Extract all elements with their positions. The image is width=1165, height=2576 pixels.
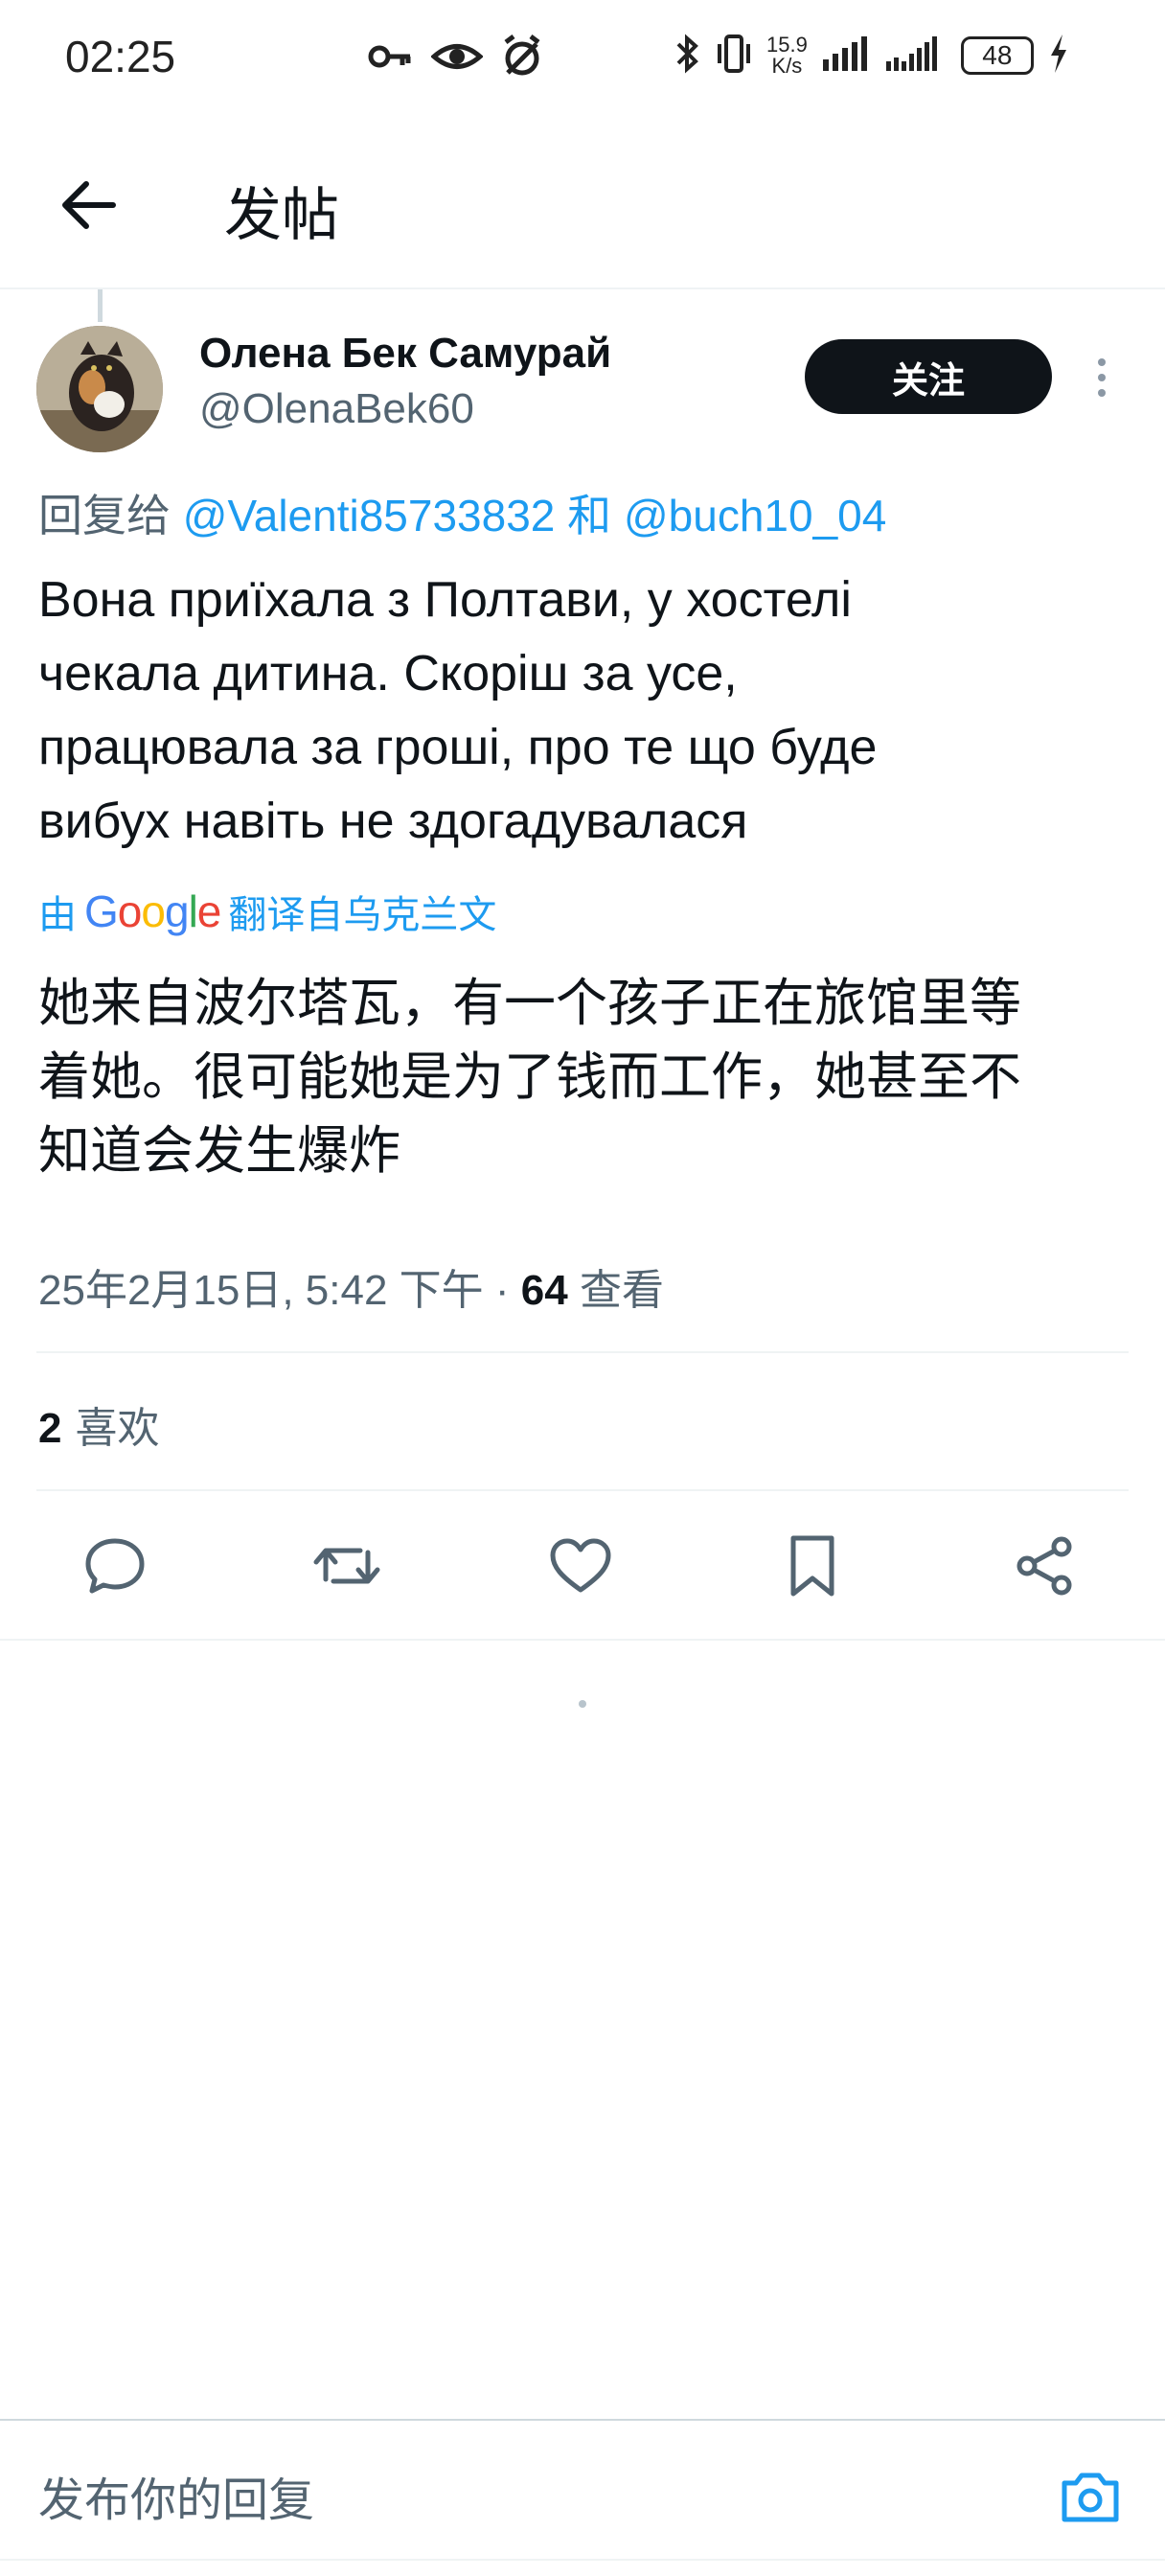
- post-metadata: 25年2月15日, 5:42 下午 · 64 查看: [38, 1255, 664, 1317]
- post-text: Вона приїхала з Полтави, у хостелі чекал…: [38, 564, 1121, 859]
- bookmark-icon: [788, 1534, 837, 1601]
- vibrate-icon: [715, 33, 753, 79]
- post-text-line: Вона приїхала з Полтави, у хостелі: [38, 572, 852, 628]
- views-label: 查看: [567, 1267, 664, 1314]
- author-name[interactable]: Олена Бек Самурай: [199, 330, 611, 378]
- retweet-icon: [312, 1535, 381, 1600]
- status-icons-left-group: [366, 34, 544, 82]
- status-icons-right-group: 15.9 K/s 48: [674, 33, 1070, 79]
- header-divider: [0, 288, 1165, 289]
- eye-icon: [430, 34, 484, 82]
- reply-input[interactable]: [38, 2467, 996, 2534]
- translated-by-prefix: 由: [38, 893, 77, 937]
- network-speed: 15.9 K/s: [766, 33, 808, 78]
- loading-indicator: [579, 1700, 586, 1708]
- bluetooth-icon: [674, 33, 701, 79]
- translated-text-line: 着她。很可能她是为了钱而工作，她甚至不: [38, 1046, 1021, 1107]
- reply-bar-divider: [0, 2419, 1165, 2421]
- translated-text-line: 她来自波尔塔瓦，有一个孩子正在旅馆里等: [38, 973, 1021, 1033]
- translated-text-line: 知道会发生爆炸: [38, 1120, 400, 1181]
- signal-icon: [884, 34, 948, 77]
- more-dot: [1098, 389, 1106, 397]
- post-text-line: вибух навіть не здогадувалася: [38, 794, 748, 849]
- more-options-button[interactable]: [1085, 349, 1119, 406]
- status-time: 02:25: [65, 32, 176, 81]
- retweet-button[interactable]: [308, 1530, 385, 1606]
- likes-label: 喜欢: [61, 1404, 160, 1453]
- reply-to-line: 回复给 @Valenti85733832 和 @buch10_04: [38, 481, 886, 544]
- share-button[interactable]: [1006, 1530, 1083, 1606]
- page-title: 发帖: [224, 182, 339, 249]
- divider: [36, 1489, 1129, 1491]
- signal-icon: [821, 34, 871, 77]
- divider: [36, 1351, 1129, 1353]
- reply-to-prefix: 回复给: [38, 491, 171, 540]
- camera-icon: [1059, 2470, 1122, 2529]
- translated-text: 她来自波尔塔瓦，有一个孩子正在旅馆里等 着她。很可能她是为了钱而工作，她甚至不 …: [38, 966, 1131, 1187]
- post-timestamp[interactable]: 25年2月15日, 5:42 下午 ·: [38, 1267, 521, 1314]
- post-text-line: працювала за гроші, про те що буде: [38, 720, 878, 775]
- heart-icon: [548, 1536, 613, 1599]
- cat-photo-icon: [36, 326, 163, 452]
- views-count[interactable]: 64: [521, 1267, 568, 1314]
- arrow-left-icon: [59, 180, 117, 234]
- reply-icon: [82, 1535, 148, 1600]
- avatar[interactable]: [36, 326, 163, 452]
- thread-connector-line: [98, 289, 103, 322]
- reply-button[interactable]: [77, 1530, 153, 1606]
- likes-summary[interactable]: 2 喜欢: [38, 1393, 159, 1455]
- like-button[interactable]: [542, 1530, 619, 1606]
- reply-and-text: 和: [567, 491, 612, 540]
- reply-mention-link[interactable]: @buch10_04: [624, 491, 886, 540]
- camera-button[interactable]: [1058, 2467, 1123, 2532]
- share-icon: [1014, 1535, 1075, 1600]
- back-button[interactable]: [52, 171, 125, 243]
- more-dot: [1098, 374, 1106, 381]
- key-icon: [366, 34, 414, 82]
- bookmark-button[interactable]: [774, 1530, 851, 1606]
- likes-count: 2: [38, 1405, 62, 1452]
- post-text-line: чекала дитина. Скоріш за усе,: [38, 646, 738, 702]
- follow-button[interactable]: 关注: [805, 339, 1052, 414]
- translated-by-google[interactable]: 由 Google 翻译自乌克兰文: [38, 884, 496, 939]
- google-logo: Google: [84, 886, 221, 936]
- bottom-divider: [0, 2559, 1165, 2561]
- translated-by-suffix: 翻译自乌克兰文: [228, 893, 497, 937]
- charging-icon: [1047, 33, 1070, 79]
- more-dot: [1098, 358, 1106, 366]
- battery-indicator: 48: [960, 36, 1034, 75]
- divider: [0, 1639, 1165, 1641]
- alarm-off-icon: [500, 34, 544, 82]
- reply-mention-link[interactable]: @Valenti85733832: [183, 491, 556, 540]
- author-handle[interactable]: @OlenaBek60: [199, 385, 474, 433]
